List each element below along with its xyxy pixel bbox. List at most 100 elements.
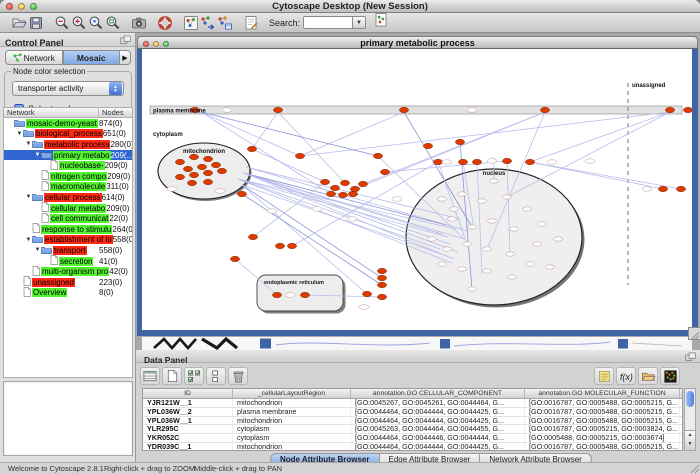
- save-icon[interactable]: [27, 14, 44, 31]
- tree-row[interactable]: cell communicat22(0): [4, 213, 132, 224]
- gene-node[interactable]: [203, 170, 212, 175]
- gene-node[interactable]: [215, 189, 225, 194]
- scrollbar-thumb[interactable]: [686, 391, 694, 407]
- table-column-header[interactable]: _cellularLayoutRegion: [233, 389, 351, 398]
- gene-node[interactable]: [448, 217, 457, 221]
- gene-node[interactable]: [373, 153, 382, 158]
- tab-overflow-arrow-icon[interactable]: ▶: [120, 50, 131, 65]
- column-network[interactable]: Network: [4, 108, 99, 117]
- column-nodes[interactable]: Nodes: [99, 108, 132, 117]
- gene-node[interactable]: [347, 217, 357, 222]
- tree-row[interactable]: ▼transport558(0): [4, 245, 132, 256]
- disclosure-triangle-icon[interactable]: ▼: [25, 194, 32, 200]
- tree-row[interactable]: response to stimulu264(0): [4, 224, 132, 235]
- gene-node[interactable]: [547, 160, 557, 165]
- gene-node[interactable]: [438, 197, 447, 201]
- gene-node[interactable]: [458, 267, 467, 271]
- gene-node[interactable]: [392, 197, 402, 202]
- table-column-header[interactable]: annotation.GO MOLECULAR_FUNCTION: [525, 389, 680, 398]
- gene-node[interactable]: [380, 169, 389, 174]
- gene-node[interactable]: [217, 168, 226, 173]
- gene-node[interactable]: [487, 159, 497, 164]
- new-attribute-icon[interactable]: [162, 367, 182, 385]
- gene-node[interactable]: [443, 247, 452, 251]
- import-table-icon[interactable]: [216, 14, 233, 31]
- gene-node[interactable]: [211, 162, 220, 167]
- zoom-out-icon[interactable]: [53, 14, 70, 31]
- matrix-icon[interactable]: [660, 367, 680, 385]
- gene-node[interactable]: [483, 269, 492, 273]
- table-row[interactable]: YDR039C__1mitochondrion[GO:0044464, GO:0…: [143, 443, 682, 451]
- gene-node[interactable]: [658, 186, 667, 191]
- gene-node[interactable]: [399, 107, 408, 112]
- gene-node[interactable]: [428, 237, 437, 241]
- network-file-icon[interactable]: [372, 12, 389, 29]
- gene-node[interactable]: [450, 207, 459, 211]
- select-attributes-icon[interactable]: [184, 367, 204, 385]
- tree-row[interactable]: nitrogen compo209(0): [4, 171, 132, 182]
- unselect-attributes-icon[interactable]: [206, 367, 226, 385]
- gene-node[interactable]: [287, 243, 296, 248]
- gene-node[interactable]: [273, 107, 282, 112]
- gene-node[interactable]: [463, 242, 472, 246]
- gene-node[interactable]: [488, 219, 497, 223]
- float-panel-icon[interactable]: [685, 352, 696, 362]
- notes-icon[interactable]: [594, 367, 614, 385]
- gene-node[interactable]: [585, 159, 595, 164]
- tree-row[interactable]: ▼cellular process614(0): [4, 192, 132, 203]
- gene-node[interactable]: [222, 108, 232, 113]
- tree-row[interactable]: macromolecule311(0): [4, 182, 132, 193]
- gene-node[interactable]: [467, 108, 477, 113]
- gene-node[interactable]: [197, 164, 206, 169]
- gene-node[interactable]: [203, 156, 212, 161]
- gene-node[interactable]: [502, 158, 511, 163]
- tree-row[interactable]: ▼metabolic process280(0): [4, 139, 132, 150]
- formula-icon[interactable]: f(x): [616, 367, 636, 385]
- gene-node[interactable]: [237, 191, 246, 196]
- gene-node[interactable]: [183, 166, 192, 171]
- gene-node[interactable]: [359, 305, 369, 310]
- gene-node[interactable]: [546, 265, 555, 269]
- delete-attribute-icon[interactable]: [228, 367, 248, 385]
- gene-node[interactable]: [442, 160, 452, 165]
- gene-node[interactable]: [510, 227, 519, 231]
- gene-node[interactable]: [272, 292, 281, 297]
- gene-node[interactable]: [189, 154, 198, 159]
- gene-node[interactable]: [362, 291, 371, 296]
- table-vertical-scrollbar[interactable]: ▲▼: [684, 388, 696, 451]
- gene-node[interactable]: [377, 275, 386, 280]
- table-row[interactable]: YLR295Ccytoplasm[GO:0045263, GO:0044464,…: [143, 425, 682, 434]
- network-frame-icon[interactable]: [182, 14, 199, 31]
- attribute-table-icon[interactable]: [140, 367, 160, 385]
- disclosure-triangle-icon[interactable]: ▼: [34, 152, 41, 158]
- gene-node[interactable]: [300, 292, 309, 297]
- tree-row[interactable]: ▼establishment of lo558(0): [4, 235, 132, 246]
- gene-node[interactable]: [642, 187, 652, 192]
- tree-row[interactable]: mosaic-demo-yeast874(0): [4, 118, 132, 129]
- tree-row[interactable]: ▼biological_process651(0): [4, 129, 132, 140]
- tree-row[interactable]: secretion41(0): [4, 256, 132, 267]
- gene-node[interactable]: [275, 243, 284, 248]
- import-network-icon[interactable]: [199, 14, 216, 31]
- disclosure-triangle-icon[interactable]: ▼: [16, 131, 23, 137]
- gene-node[interactable]: [295, 153, 304, 158]
- gene-node[interactable]: [683, 107, 692, 112]
- tab-network[interactable]: Network: [5, 50, 63, 65]
- table-row[interactable]: YJR121W__1mitochondrion[GO:0045267, GO:0…: [143, 399, 682, 408]
- gene-node[interactable]: [330, 185, 339, 190]
- gene-node[interactable]: [175, 159, 184, 164]
- zoom-fit-icon[interactable]: [104, 14, 121, 31]
- gene-node[interactable]: [455, 139, 464, 144]
- gene-node[interactable]: [490, 179, 499, 183]
- float-panel-icon[interactable]: [120, 35, 131, 45]
- gene-node[interactable]: [247, 146, 256, 151]
- gene-node[interactable]: [508, 275, 517, 279]
- gene-node[interactable]: [350, 186, 359, 191]
- gene-node[interactable]: [472, 159, 481, 164]
- gene-node[interactable]: [167, 187, 177, 192]
- disclosure-triangle-icon[interactable]: ▼: [34, 247, 41, 253]
- gene-node[interactable]: [665, 107, 674, 112]
- gene-node[interactable]: [203, 179, 212, 184]
- tree-row[interactable]: ▼primary metabo209(...: [4, 150, 132, 161]
- gene-node[interactable]: [525, 159, 534, 164]
